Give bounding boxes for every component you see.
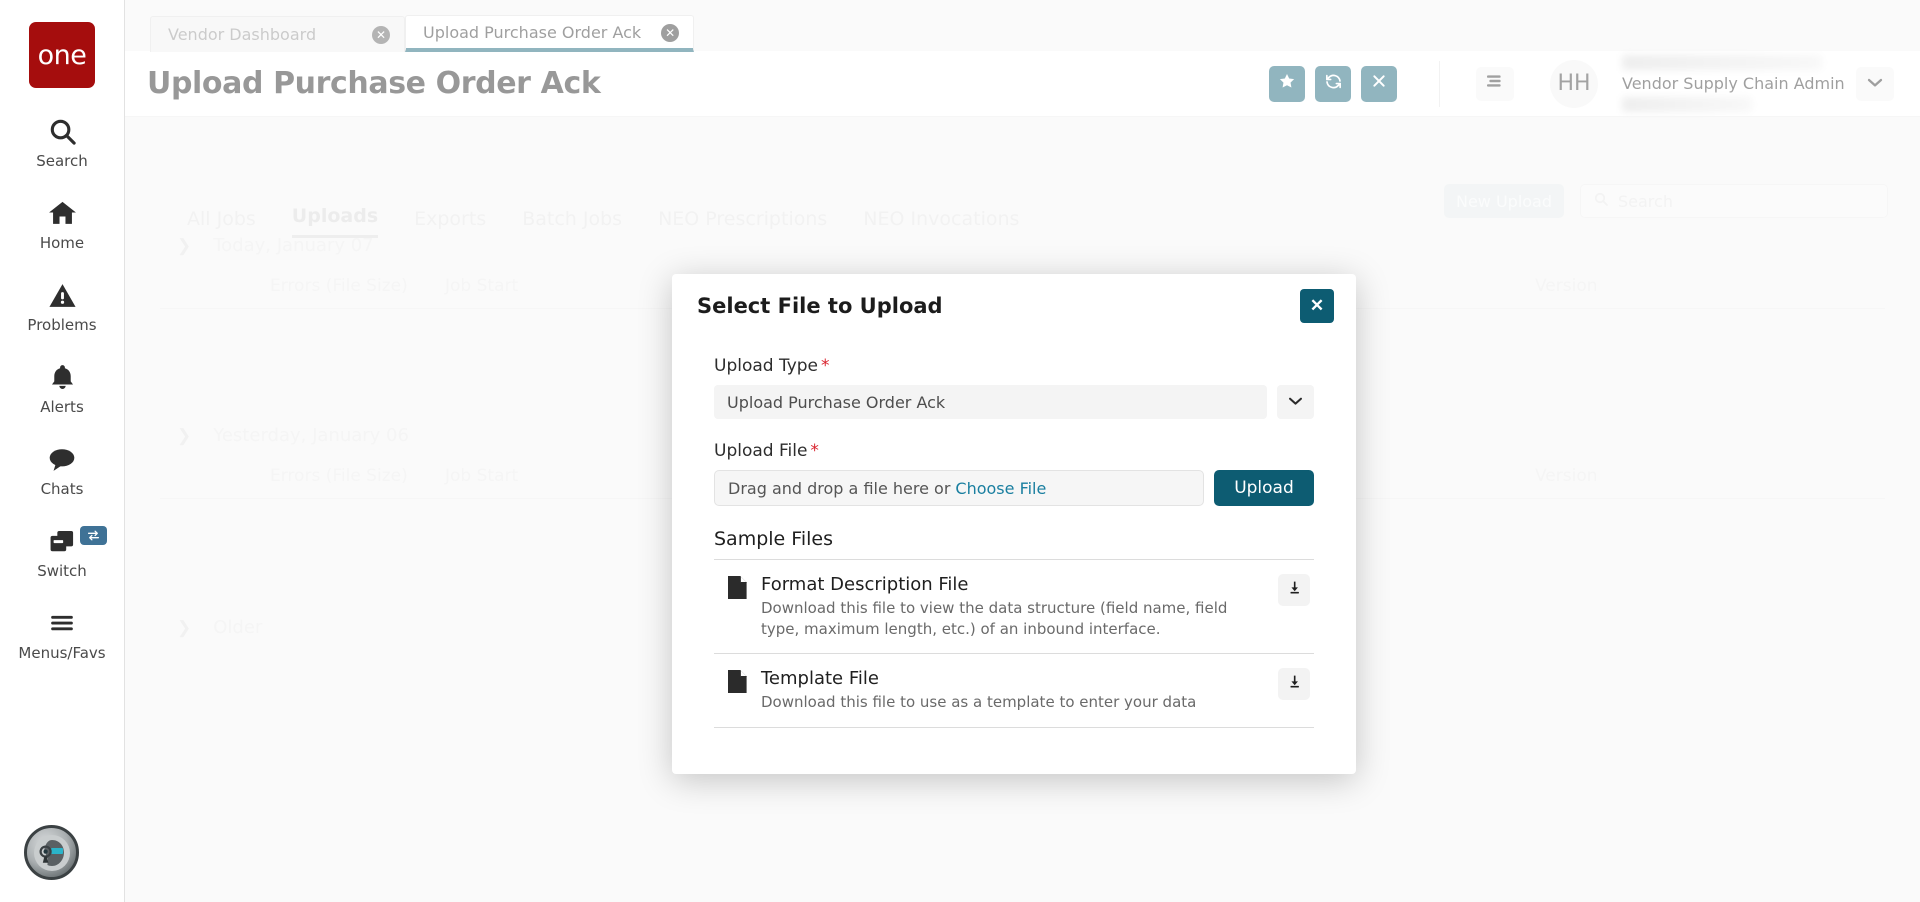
required-asterisk: * (821, 356, 830, 376)
modal-header: Select File to Upload ✕ (672, 274, 1356, 338)
list-item: Format Description File Download this fi… (714, 560, 1314, 654)
sample-file-name: Template File (761, 668, 1264, 689)
upload-type-dropdown-button[interactable] (1277, 385, 1314, 419)
sample-file-description: Download this file to view the data stru… (761, 598, 1264, 639)
sidebar-item-problems[interactable]: Problems (0, 278, 124, 334)
list-item: Template File Download this file to use … (714, 654, 1314, 728)
sidebar-item-label: Menus/Favs (18, 644, 105, 662)
app-logo[interactable]: one (29, 22, 95, 88)
chat-bubble-icon (46, 442, 78, 476)
dropzone-text: Drag and drop a file here or (728, 479, 950, 498)
modal-close-button[interactable]: ✕ (1300, 289, 1334, 323)
download-icon (1287, 580, 1302, 600)
sidebar-item-chats[interactable]: Chats (0, 442, 124, 498)
sidebar-item-label: Search (36, 152, 88, 170)
choose-file-link[interactable]: Choose File (955, 479, 1046, 498)
upload-type-row: Upload Purchase Order Ack (714, 385, 1314, 419)
download-template-file-button[interactable] (1278, 668, 1310, 700)
sidebar-item-search[interactable]: Search (0, 114, 124, 170)
sample-file-text: Template File Download this file to use … (761, 668, 1264, 713)
sidebar-item-label: Switch (37, 562, 87, 580)
upload-file-label-text: Upload File (714, 441, 807, 461)
upload-button[interactable]: Upload (1214, 470, 1314, 506)
upload-file-row: Drag and drop a file here or Choose File… (714, 470, 1314, 506)
sidebar-item-switch[interactable]: Switch (0, 524, 124, 580)
logo-text: one (38, 40, 87, 71)
app-root: one Search Home Problems Alerts (0, 0, 1920, 902)
chevron-down-icon (1288, 393, 1303, 411)
windows-switch-icon (46, 524, 78, 558)
swap-arrows-icon[interactable] (80, 526, 107, 545)
upload-type-label: Upload Type* (714, 356, 1314, 376)
warning-triangle-icon (47, 278, 78, 312)
modal-body: Upload Type* Upload Purchase Order Ack U… (672, 338, 1356, 728)
download-format-description-button[interactable] (1278, 574, 1310, 606)
home-icon (46, 196, 79, 230)
bell-icon (48, 360, 77, 394)
sample-files-list: Format Description File Download this fi… (714, 559, 1314, 728)
document-icon (728, 670, 747, 698)
upload-file-label: Upload File* (714, 441, 1314, 461)
sidebar-item-label: Alerts (40, 398, 84, 416)
sample-file-text: Format Description File Download this fi… (761, 574, 1264, 639)
required-asterisk: * (810, 441, 819, 461)
sidebar-item-label: Home (40, 234, 84, 252)
download-icon (1287, 674, 1302, 694)
left-nav-rail: one Search Home Problems Alerts (0, 0, 125, 902)
sample-file-name: Format Description File (761, 574, 1264, 595)
sample-files-heading: Sample Files (714, 528, 1314, 550)
hamburger-icon (46, 606, 78, 640)
modal-title: Select File to Upload (697, 294, 943, 318)
sidebar-item-label: Problems (27, 316, 96, 334)
upload-type-label-text: Upload Type (714, 356, 818, 376)
sidebar-item-menus-favs[interactable]: Menus/Favs (0, 606, 124, 662)
search-icon (47, 114, 78, 148)
file-dropzone[interactable]: Drag and drop a file here or Choose File (714, 470, 1204, 506)
sidebar-item-label: Chats (41, 480, 84, 498)
x-icon: ✕ (1310, 296, 1324, 316)
ai-assistant-avatar-icon[interactable] (24, 825, 79, 880)
sidebar-item-home[interactable]: Home (0, 196, 124, 252)
select-file-to-upload-modal: Select File to Upload ✕ Upload Type* Upl… (672, 274, 1356, 774)
sidebar-item-alerts[interactable]: Alerts (0, 360, 124, 416)
upload-type-select[interactable]: Upload Purchase Order Ack (714, 385, 1267, 419)
sample-file-description: Download this file to use as a template … (761, 692, 1264, 713)
document-icon (728, 576, 747, 604)
